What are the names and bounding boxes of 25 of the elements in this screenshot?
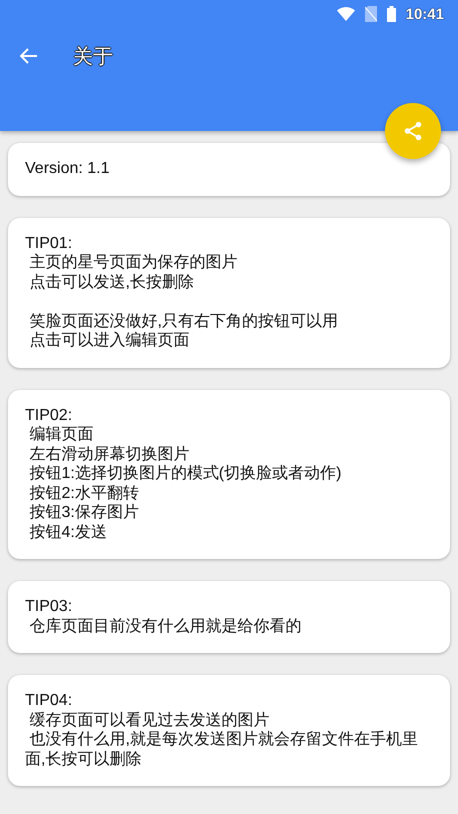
card-heading: TIP04: <box>25 691 74 710</box>
card-text-line: 编辑页面 <box>28 425 94 444</box>
card-text-line: 点击可以进入编辑页面 <box>28 331 190 350</box>
card-heading: Version: 1.1 <box>25 159 110 178</box>
card-text-line: 主页的星号页面为保存的图片 <box>28 253 238 272</box>
card-text-line: 也没有什么用,就是每次发送图片就会存留文件在手机里面,长按可以删除 <box>25 730 419 769</box>
card-heading: TIP03: <box>25 597 74 616</box>
app-bar-title: 关于 <box>73 44 113 70</box>
card-text-line: 按钮2:水平翻转 <box>28 484 140 503</box>
card-text-line: 按钮3:保存图片 <box>28 503 140 522</box>
back-arrow-icon <box>20 48 38 64</box>
card-text-line: 左右滑动屏幕切换图片 <box>28 444 190 464</box>
share-icon <box>402 120 424 142</box>
card-text-line: 仓库页面目前没有什么用就是给你看的 <box>28 616 302 636</box>
card-text-line: 缓存页面可以看见过去发送的图片 <box>28 710 270 730</box>
no-sim-icon <box>364 6 377 22</box>
card-heading: TIP01: <box>25 234 74 253</box>
status-time: 10:41 <box>406 6 444 22</box>
wifi-icon <box>336 7 355 21</box>
card-text-line: 笑脸页面还没做好,只有右下角的按钮可以用 <box>28 312 339 331</box>
card-text-line: 按钮4:发送 <box>28 522 108 542</box>
card-heading: TIP02: <box>25 406 74 425</box>
card-text-line: 按钮1:选择切换图片的模式(切换脸或者动作) <box>28 464 342 484</box>
battery-icon <box>386 6 396 22</box>
card-text-line: 点击可以发送,长按删除 <box>28 272 195 292</box>
